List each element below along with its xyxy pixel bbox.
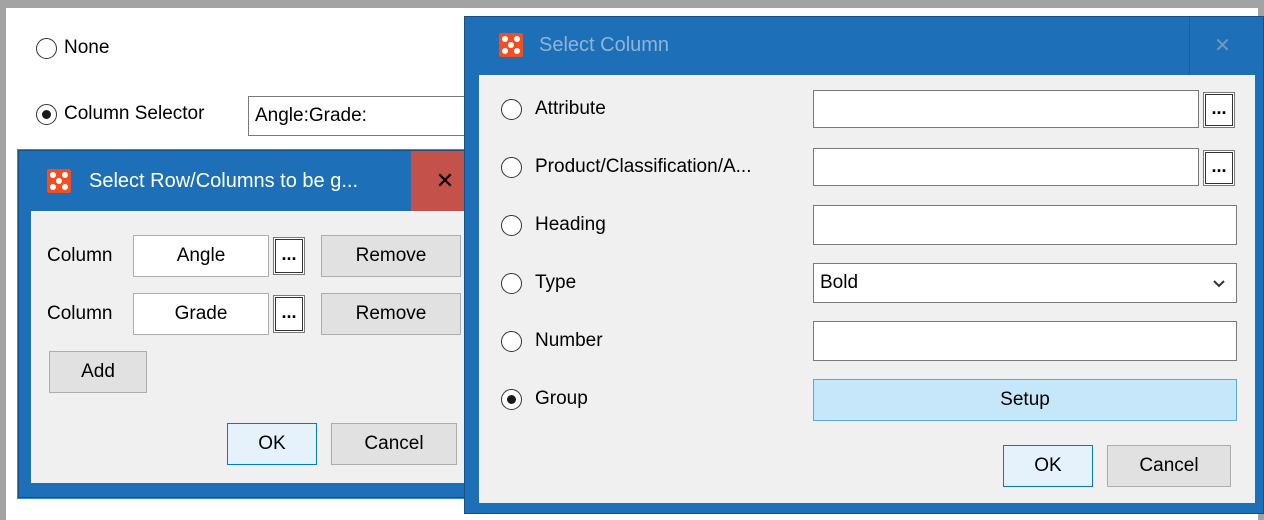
column-selector-value: Angle:Grade: [255, 105, 367, 126]
type-select[interactable]: Bold [813, 263, 1237, 303]
heading-label: Heading [535, 214, 606, 235]
app-logo-icon [499, 33, 523, 57]
heading-field[interactable] [813, 205, 1237, 245]
row-2-label: Column [47, 303, 113, 324]
product-classification-label: Product/Classification/A... [535, 156, 752, 177]
row-2-browse-button[interactable]: ... [273, 295, 305, 333]
radio-none[interactable] [36, 38, 57, 59]
attribute-browse-button[interactable]: ... [1203, 92, 1235, 128]
chevron-down-icon [1213, 280, 1225, 288]
row-1-label: Column [47, 245, 113, 266]
type-label: Type [535, 272, 577, 293]
cancel-button[interactable]: Cancel [1107, 445, 1231, 487]
radio-attribute[interactable] [501, 99, 522, 120]
attribute-label: Attribute [535, 98, 606, 119]
radio-number[interactable] [501, 331, 522, 352]
select-column-body: Attribute ... Product/Classification/A..… [479, 75, 1255, 503]
app-logo-icon [47, 169, 71, 193]
close-icon: ✕ [435, 168, 455, 193]
select-column-titlebar[interactable]: Select Column [465, 17, 1189, 75]
select-rows-dialog: Select Row/Columns to be g... ✕ Column A… [18, 150, 494, 498]
select-column-close-button[interactable]: ✕ [1189, 17, 1255, 75]
ok-button[interactable]: OK [1003, 445, 1093, 487]
select-column-dialog: Select Column ✕ Attribute ... Product/Cl… [464, 16, 1264, 514]
row-2-remove-button[interactable]: Remove [321, 293, 461, 335]
add-button[interactable]: Add [49, 351, 147, 393]
row-1-remove-button[interactable]: Remove [321, 235, 461, 277]
setup-button[interactable]: Setup [813, 379, 1237, 421]
radio-column-selector-label: Column Selector [64, 103, 205, 124]
row-1-value: Angle [176, 245, 226, 266]
cancel-button[interactable]: Cancel [331, 423, 457, 465]
select-rows-title: Select Row/Columns to be g... [89, 170, 359, 192]
select-rows-body: Column Angle ... Remove Column Grade ...… [31, 211, 481, 483]
type-select-value: Bold [820, 272, 859, 293]
select-rows-titlebar[interactable]: Select Row/Columns to be g... [19, 151, 411, 211]
attribute-field[interactable] [813, 90, 1199, 128]
row-1-browse-button[interactable]: ... [273, 237, 305, 275]
row-1-value-field[interactable]: Angle [133, 235, 269, 277]
product-classification-browse-button[interactable]: ... [1203, 150, 1235, 186]
radio-none-label: None [64, 37, 110, 58]
radio-column-selector[interactable] [36, 104, 57, 125]
row-2-value-field[interactable]: Grade [133, 293, 269, 335]
radio-heading[interactable] [501, 215, 522, 236]
radio-group[interactable] [501, 389, 522, 410]
number-field[interactable] [813, 321, 1237, 361]
ok-button[interactable]: OK [227, 423, 317, 465]
column-selector-field[interactable]: Angle:Grade: [248, 96, 470, 136]
product-classification-field[interactable] [813, 148, 1199, 186]
row-2-value: Grade [174, 303, 228, 324]
number-label: Number [535, 330, 603, 351]
group-label: Group [535, 388, 588, 409]
radio-type[interactable] [501, 273, 522, 294]
radio-product-classification[interactable] [501, 157, 522, 178]
select-column-title: Select Column [539, 34, 670, 56]
close-icon: ✕ [1214, 35, 1231, 57]
